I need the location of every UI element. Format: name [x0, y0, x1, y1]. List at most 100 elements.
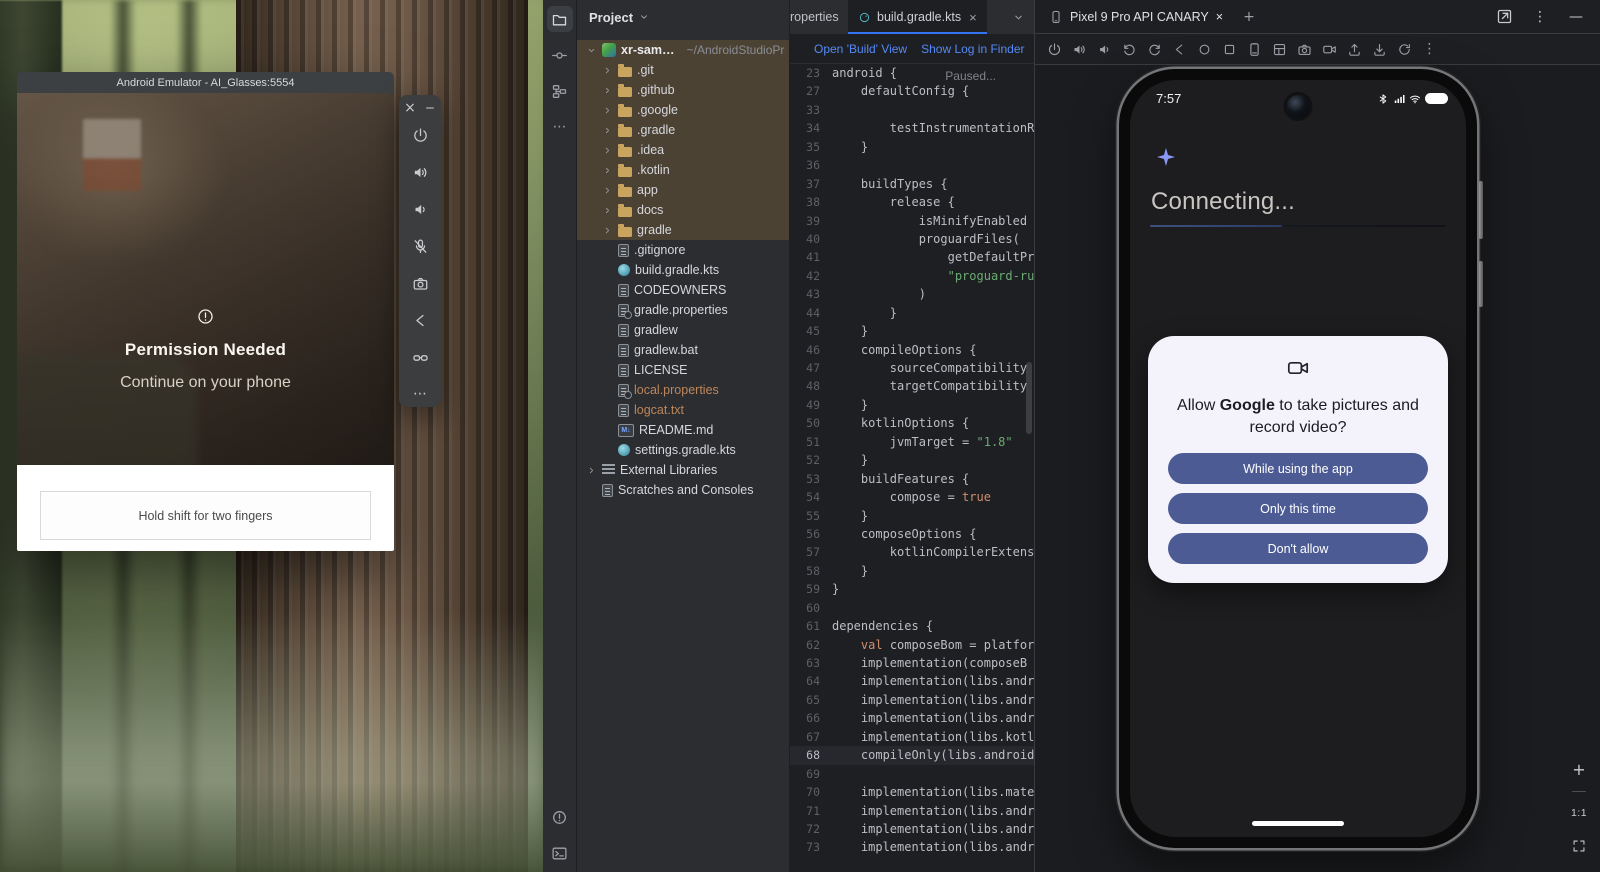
tab-build-gradle-kts[interactable]: build.gradle.kts ×	[848, 0, 987, 34]
more-tools-button[interactable]: ⋯	[547, 114, 573, 140]
volume-up-button[interactable]	[408, 160, 432, 184]
tree-item-xr-samples[interactable]: xr-samples~/AndroidStudioProj	[577, 40, 789, 60]
tree-item-license[interactable]: LICENSE	[577, 360, 789, 380]
show-log-in-finder-link[interactable]: Show Log in Finder	[921, 42, 1024, 56]
tree-item-gitignore[interactable]: .gitignore	[577, 240, 789, 260]
code-editor[interactable]: Paused... 23android {27 defaultConfig {3…	[790, 64, 1034, 872]
minimize-icon: ‒	[426, 101, 435, 115]
tree-item-external-libraries[interactable]: External Libraries	[577, 460, 789, 480]
mic-off-button[interactable]	[408, 234, 432, 258]
tree-item-codeowners[interactable]: CODEOWNERS	[577, 280, 789, 300]
chevron-right-icon[interactable]	[602, 145, 613, 156]
rotate-left-button[interactable]	[1118, 38, 1141, 60]
don-t-allow-button[interactable]: Don't allow	[1168, 533, 1428, 564]
tree-item-kotlin[interactable]: .kotlin	[577, 160, 789, 180]
line-number: 57	[790, 543, 832, 561]
camera-button[interactable]	[1293, 38, 1316, 60]
zoom-in-button[interactable]: +	[1567, 758, 1591, 782]
hidden-tabs-button[interactable]	[1006, 5, 1030, 29]
camera-button[interactable]	[408, 271, 432, 295]
more-button[interactable]: ⋯	[408, 382, 432, 406]
tree-item-gradlew-bat[interactable]: gradlew.bat	[577, 340, 789, 360]
zoom-fit-button[interactable]	[1567, 834, 1591, 858]
tab-gradle-properties[interactable]: roperties	[790, 0, 848, 34]
problems-button[interactable]	[547, 804, 573, 830]
project-folder-button[interactable]	[547, 6, 573, 32]
structure-button[interactable]	[547, 78, 573, 104]
power-button-hw	[1479, 261, 1483, 307]
upload-button[interactable]	[1343, 38, 1366, 60]
volume-up-button[interactable]	[1068, 38, 1091, 60]
tree-item-app[interactable]: app	[577, 180, 789, 200]
tree-item-gradle[interactable]: gradle	[577, 220, 789, 240]
chevron-right-icon[interactable]	[602, 165, 613, 176]
tree-item-readme-md[interactable]: M↓README.md	[577, 420, 789, 440]
only-this-time-button[interactable]: Only this time	[1168, 493, 1428, 524]
tree-item-scratches-and-consoles[interactable]: Scratches and Consoles	[577, 480, 789, 500]
tree-item-settings-gradle-kts[interactable]: settings.gradle.kts	[577, 440, 789, 460]
glasses-button[interactable]	[408, 345, 432, 369]
chevron-right-icon[interactable]	[602, 205, 613, 216]
tree-item-docs[interactable]: docs	[577, 200, 789, 220]
chevron-right-icon[interactable]	[602, 225, 613, 236]
more-vert-button[interactable]: ⋮	[1528, 5, 1552, 29]
phone-screen[interactable]: 7:57 Connecting... Allow Google to take …	[1130, 80, 1466, 837]
tree-item-google[interactable]: .google	[577, 100, 789, 120]
zoom-reset-button[interactable]: 1:1	[1567, 801, 1591, 825]
tree-item-gradle[interactable]: .gradle	[577, 120, 789, 140]
terminal-button[interactable]	[547, 840, 573, 866]
more-vert-button[interactable]: ⋮	[1418, 38, 1441, 60]
close-button[interactable]: ×	[402, 100, 418, 116]
tree-item-github[interactable]: .github	[577, 80, 789, 100]
reset-button[interactable]	[1393, 38, 1416, 60]
chevron-right-icon[interactable]	[602, 185, 613, 196]
volume-down-button[interactable]	[408, 197, 432, 221]
hide-button[interactable]: —	[1564, 5, 1588, 29]
close-device-tab-icon[interactable]: ×	[1216, 10, 1223, 24]
commit-button[interactable]	[547, 42, 573, 68]
layout-button[interactable]	[1268, 38, 1291, 60]
line-number: 61	[790, 617, 832, 635]
tree-item-git[interactable]: .git	[577, 60, 789, 80]
plus-icon: +	[1243, 10, 1255, 24]
chevron-down-icon[interactable]	[586, 45, 597, 56]
back-button[interactable]	[408, 308, 432, 332]
tree-item-gradlew[interactable]: gradlew	[577, 320, 789, 340]
overview-button[interactable]	[1218, 38, 1241, 60]
open-build-view-link[interactable]: Open 'Build' View	[814, 42, 907, 56]
tree-item-gradle-properties[interactable]: gradle.properties	[577, 300, 789, 320]
add-device-tab-button[interactable]: +	[1237, 5, 1261, 29]
chevron-right-icon[interactable]	[602, 65, 613, 76]
android-studio-window: ⋯ Project xr-samples~/AndroidStudioProj.…	[543, 0, 1600, 872]
plus-icon: +	[1572, 762, 1585, 778]
tree-item-build-gradle-kts[interactable]: build.gradle.kts	[577, 260, 789, 280]
home-button[interactable]	[1193, 38, 1216, 60]
chevron-right-icon[interactable]	[586, 465, 597, 476]
screenshot-button[interactable]	[1243, 38, 1266, 60]
tree-item-idea[interactable]: .idea	[577, 140, 789, 160]
open-window-button[interactable]	[1492, 5, 1516, 29]
volume-down-button[interactable]	[1093, 38, 1116, 60]
download-button[interactable]	[1368, 38, 1391, 60]
minimize-button[interactable]: ‒	[422, 100, 438, 116]
emulator-screen[interactable]: Permission Needed Continue on your phone	[17, 93, 394, 465]
chevron-right-icon[interactable]	[602, 105, 613, 116]
chevron-right-icon[interactable]	[602, 125, 613, 136]
editor-scrollbar[interactable]	[1026, 362, 1032, 434]
power-button[interactable]	[1043, 38, 1066, 60]
chevron-right-icon[interactable]	[602, 85, 613, 96]
emulator-title-bar[interactable]: Android Emulator - AI_Glasses:5554	[17, 72, 394, 93]
while-using-the-app-button[interactable]: While using the app	[1168, 453, 1428, 484]
tree-item-logcat-txt[interactable]: logcat.txt	[577, 400, 789, 420]
project-panel-header[interactable]: Project	[577, 0, 789, 34]
gesture-navigation-bar[interactable]	[1252, 821, 1344, 826]
tree-item-local-properties[interactable]: local.properties	[577, 380, 789, 400]
device-tab-pixel-9-pro[interactable]: Pixel 9 Pro API CANARY ×	[1045, 0, 1227, 33]
power-button[interactable]	[408, 123, 432, 147]
rotate-right-button[interactable]	[1143, 38, 1166, 60]
video-button[interactable]	[1318, 38, 1341, 60]
divider	[1572, 791, 1586, 792]
back-button[interactable]	[1168, 38, 1191, 60]
close-tab-icon[interactable]: ×	[969, 10, 977, 25]
emulator-toolbar-icons: ⋯	[408, 123, 432, 406]
